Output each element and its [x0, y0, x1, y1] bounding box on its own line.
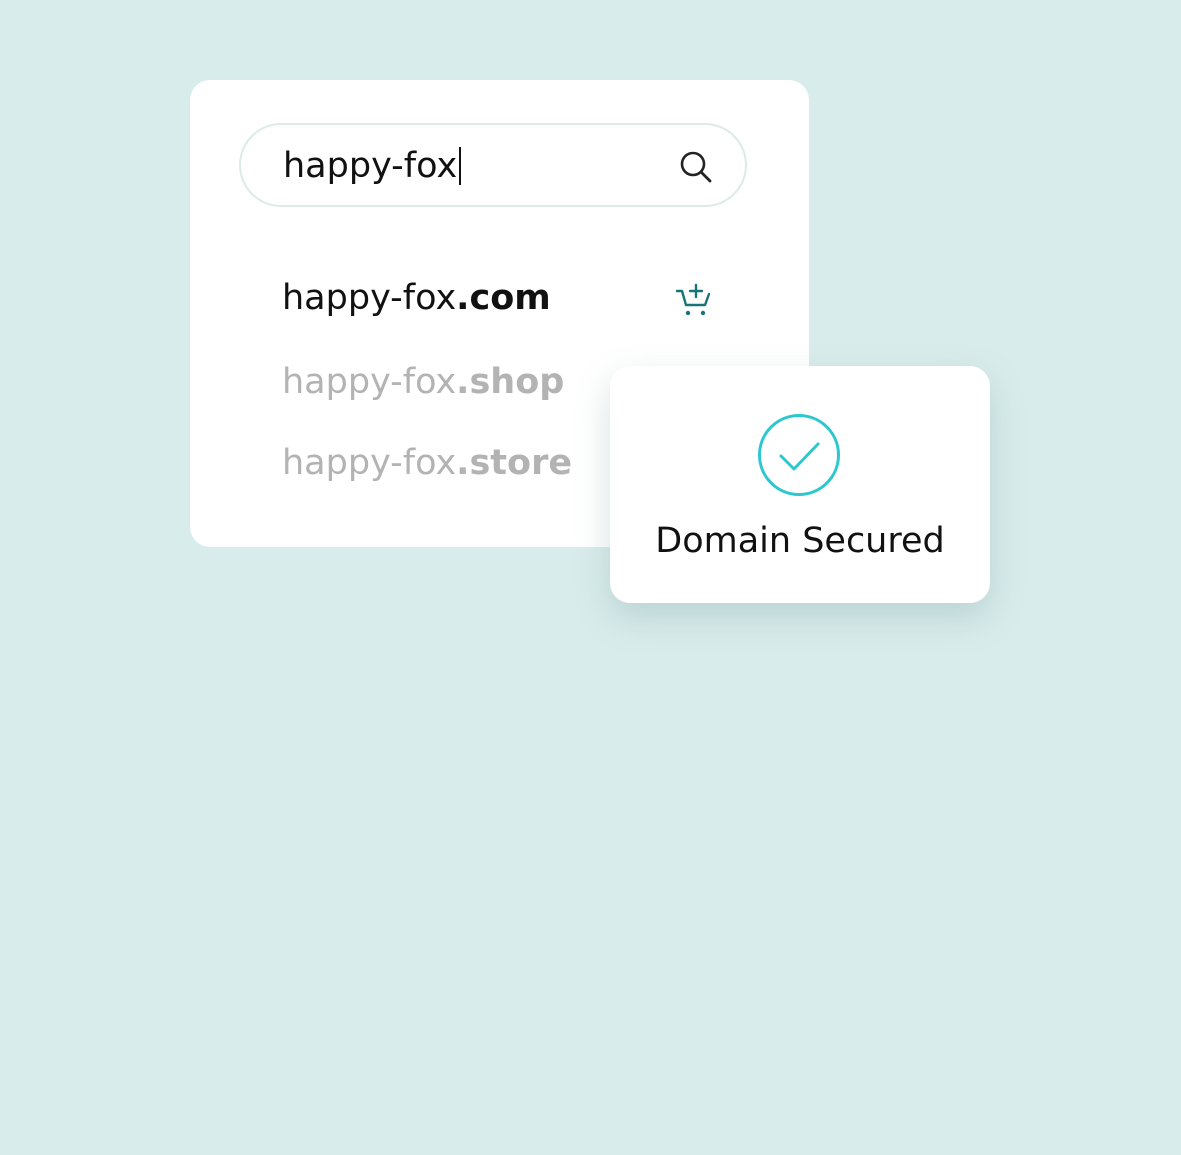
domain-result-store[interactable]: happy-fox.store: [282, 442, 572, 484]
domain-result-com[interactable]: happy-fox.com: [282, 277, 551, 319]
domain-secured-card: Domain Secured: [610, 366, 990, 603]
domain-result-name: happy-fox: [282, 443, 457, 483]
domain-result-shop[interactable]: happy-fox.shop: [282, 361, 564, 403]
text-caret: [459, 147, 462, 185]
domain-result-tld: .store: [456, 443, 573, 483]
domain-result-tld: .com: [456, 278, 551, 318]
cart-add-icon[interactable]: [676, 282, 712, 318]
search-icon[interactable]: [678, 149, 714, 185]
check-circle-icon: [758, 414, 840, 496]
domain-result-tld: .shop: [456, 362, 565, 402]
domain-result-name: happy-fox: [282, 362, 457, 402]
search-input[interactable]: happy-fox: [239, 123, 747, 207]
search-query-text: happy-fox: [283, 146, 458, 186]
search-input-value: happy-fox: [283, 145, 462, 187]
domain-secured-label: Domain Secured: [655, 521, 945, 561]
domain-result-name: happy-fox: [282, 278, 457, 318]
